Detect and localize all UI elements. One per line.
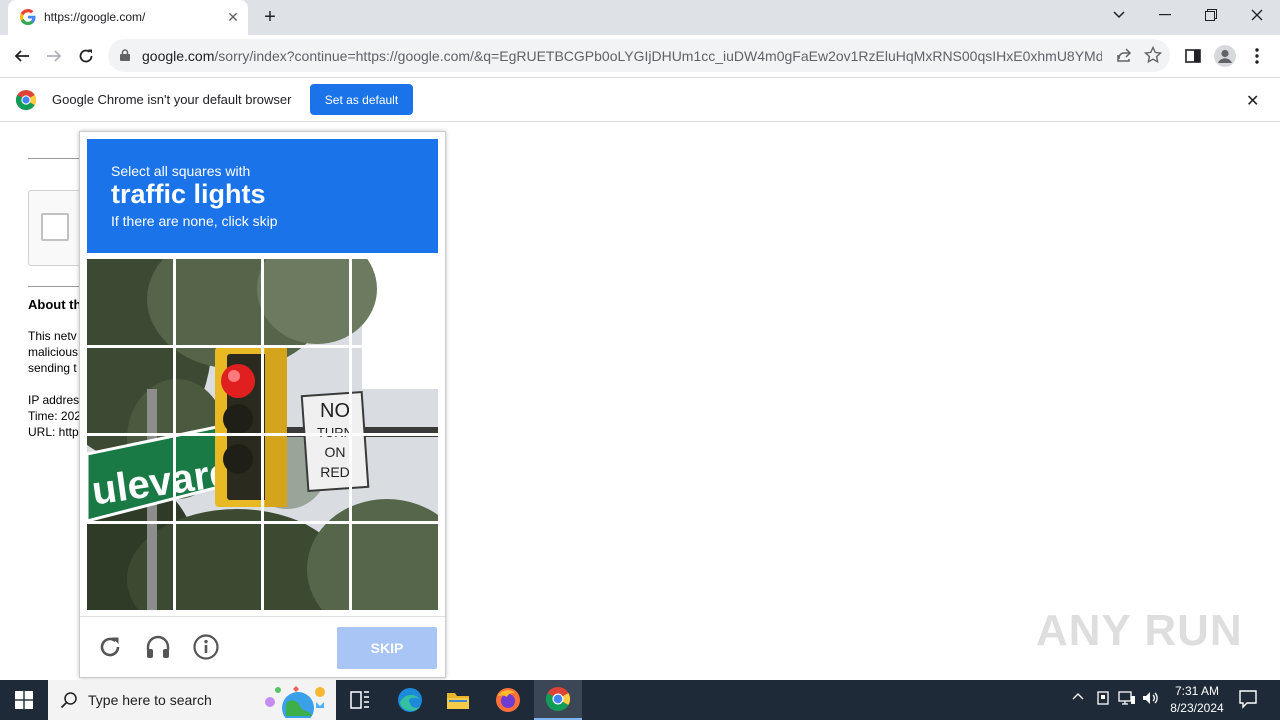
minimize-icon[interactable]	[1142, 0, 1188, 30]
folder-icon	[447, 693, 469, 709]
grid-tile[interactable]	[175, 347, 262, 434]
chrome-menu-icon[interactable]	[1244, 43, 1270, 69]
forward-button[interactable]	[41, 43, 67, 69]
grid-tile[interactable]	[351, 259, 438, 346]
show-hidden-icons-button[interactable]	[1072, 690, 1084, 704]
grid-tile[interactable]	[263, 435, 350, 522]
tab-search-icon[interactable]	[1096, 0, 1142, 30]
network-icon[interactable]	[1118, 690, 1136, 709]
lock-icon[interactable]	[120, 49, 130, 61]
browser-tab[interactable]: https://google.com/ ✕	[8, 0, 248, 35]
url-host: google.com	[142, 48, 215, 64]
file-explorer-taskbar-button[interactable]	[434, 680, 482, 720]
url-text: google.com/sorry/index?continue=https://…	[142, 48, 1102, 64]
about-heading: About th	[28, 297, 80, 312]
side-panel-icon[interactable]	[1180, 43, 1206, 69]
edge-icon	[398, 688, 422, 712]
reload-challenge-icon[interactable]	[96, 633, 124, 661]
grid-tile[interactable]	[351, 435, 438, 522]
grid-tile[interactable]	[175, 523, 262, 610]
grid-tile[interactable]	[263, 523, 350, 610]
time-line: Time: 202	[28, 409, 80, 423]
challenge-header: Select all squares with traffic lights I…	[87, 139, 438, 253]
task-view-button[interactable]	[336, 680, 384, 720]
chrome-taskbar-button[interactable]	[534, 680, 582, 720]
restore-icon[interactable]	[1188, 0, 1234, 30]
body-line: This netv	[28, 329, 77, 343]
share-icon[interactable]	[1116, 47, 1132, 63]
info-icon[interactable]	[192, 633, 220, 661]
anyrun-watermark: ANY RUN	[1036, 606, 1243, 655]
body-line: malicious	[28, 345, 79, 359]
grid-tile[interactable]	[87, 259, 174, 346]
url-line: URL: http	[28, 425, 79, 439]
search-placeholder: Type here to search	[88, 692, 212, 708]
address-bar[interactable]: google.com/sorry/index?continue=https://…	[108, 39, 1170, 72]
network-device-icon[interactable]	[1096, 690, 1110, 709]
chrome-icon	[546, 687, 570, 711]
tab-title: https://google.com/	[44, 10, 146, 24]
grid-tile[interactable]	[351, 523, 438, 610]
search-icon	[60, 692, 77, 709]
challenge-footer: SKIP	[80, 616, 445, 678]
grid-tile[interactable]	[351, 347, 438, 434]
firefox-icon	[496, 688, 520, 712]
body-line: sending t	[28, 361, 77, 375]
windows-taskbar: Type here to search 7:31 AM 8/23/2024	[0, 680, 1280, 720]
browser-toolbar: google.com/sorry/index?continue=https://…	[0, 35, 1280, 77]
task-view-icon	[350, 691, 369, 709]
recaptcha-checkbox[interactable]	[41, 213, 69, 241]
tab-close-icon[interactable]: ✕	[224, 8, 242, 26]
taskbar-clock[interactable]: 7:31 AM 8/23/2024	[1162, 683, 1232, 717]
audio-challenge-icon[interactable]	[144, 633, 172, 661]
instruction-hint: If there are none, click skip	[111, 213, 278, 229]
clock-time: 7:31 AM	[1174, 684, 1220, 698]
infobar-close-icon[interactable]: ✕	[1246, 91, 1259, 111]
notifications-icon[interactable]	[1238, 689, 1258, 712]
grid-tile[interactable]	[175, 259, 262, 346]
skip-button[interactable]: SKIP	[337, 627, 437, 669]
grid-tile[interactable]	[175, 435, 262, 522]
google-favicon-icon	[20, 9, 36, 25]
close-window-icon[interactable]	[1234, 0, 1280, 30]
reload-button[interactable]	[73, 43, 99, 69]
grid-tile[interactable]	[263, 259, 350, 346]
edge-taskbar-button[interactable]	[386, 680, 434, 720]
taskbar-search[interactable]: Type here to search	[48, 680, 336, 720]
windows-logo-icon	[15, 691, 33, 709]
grid-tile[interactable]	[87, 523, 174, 610]
grid-tile[interactable]	[87, 347, 174, 434]
set-as-default-button[interactable]: Set as default	[310, 84, 413, 115]
new-tab-button[interactable]: +	[259, 6, 281, 28]
url-path: /sorry/index?continue=https://google.com…	[214, 48, 1102, 64]
default-browser-infobar: Google Chrome isn't your default browser…	[0, 77, 1280, 122]
ip-address-line: IP addres	[28, 393, 80, 407]
tab-strip: https://google.com/ ✕ +	[0, 0, 1280, 35]
chrome-logo-icon	[16, 90, 36, 110]
infobar-message: Google Chrome isn't your default browser	[52, 92, 292, 107]
back-button[interactable]	[9, 43, 35, 69]
grid-tile[interactable]	[87, 435, 174, 522]
start-button[interactable]	[0, 680, 48, 720]
search-highlight-icon	[265, 686, 325, 718]
bookmark-star-icon[interactable]	[1144, 46, 1162, 64]
firefox-taskbar-button[interactable]	[484, 680, 532, 720]
volume-icon[interactable]	[1142, 690, 1160, 709]
recaptcha-challenge: Select all squares with traffic lights I…	[79, 131, 446, 678]
instruction-target: traffic lights	[111, 179, 266, 209]
grid-tile[interactable]	[263, 347, 350, 434]
profile-avatar-icon[interactable]	[1212, 43, 1238, 69]
image-grid: ulevard NO TURN ON RED	[87, 259, 438, 610]
instruction-text: Select all squares with	[111, 163, 251, 179]
clock-date: 8/23/2024	[1170, 701, 1224, 715]
